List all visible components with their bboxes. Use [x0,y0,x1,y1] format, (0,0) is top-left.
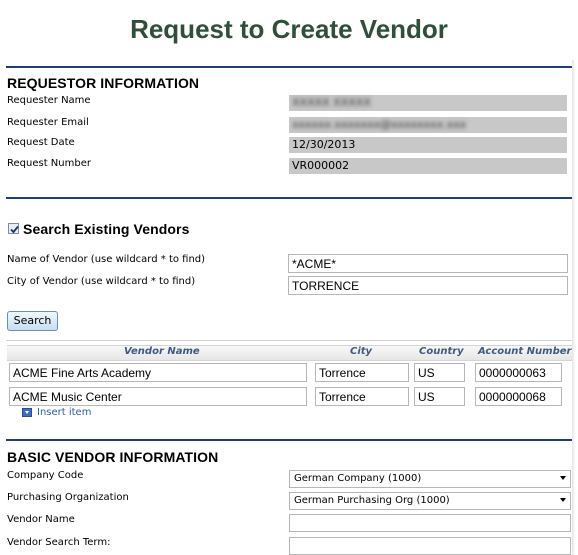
row-country-input[interactable]: US [414,387,465,406]
requester-email-label: Requester Email [7,117,89,128]
company-code-label: Company Code [7,470,84,481]
row-account-number-input[interactable]: 0000000068 [475,387,562,406]
section-divider [6,66,572,68]
row-account-number-input[interactable]: 0000000063 [475,363,562,382]
vendor-search-term-label: Vendor Search Term: [7,537,111,548]
checkmark-icon [10,225,19,234]
chevron-down-icon [560,476,566,480]
row-vendor-name-input[interactable]: ACME Music Center [9,387,307,406]
row-city-input[interactable]: Torrence [315,387,409,406]
column-header-country: Country [419,346,464,357]
basic-info-section-heading: BASIC VENDOR INFORMATION [7,449,219,465]
purchasing-org-label: Purchasing Organization [7,492,129,503]
vendor-search-term-input[interactable] [289,537,571,555]
vendor-name-label: Vendor Name [7,514,75,525]
purchasing-org-select[interactable]: German Purchasing Org (1000) [289,492,571,510]
search-button[interactable]: Search [7,311,58,331]
insert-item-link[interactable]: Insert item [37,407,91,418]
column-header-vendor-name: Vendor Name [124,346,200,357]
row-country-input[interactable]: US [414,363,465,382]
request-date-label: Request Date [7,137,75,148]
vendor-name-search-label: Name of Vendor (use wildcard * to find) [7,254,206,265]
requestor-section-heading: REQUESTOR INFORMATION [7,75,200,91]
grid-top-divider [6,340,572,341]
section-divider [6,439,572,441]
purchasing-org-selected: German Purchasing Org (1000) [294,495,450,506]
request-number-label: Request Number [7,158,91,169]
page-title: Request to Create Vendor [130,14,448,44]
column-header-city: City [350,346,373,357]
page-edge-shadow [572,60,575,555]
vendor-city-search-input[interactable]: TORRENCE [288,276,568,295]
company-code-selected: German Company (1000) [294,473,422,484]
chevron-down-icon [560,498,566,502]
company-code-select[interactable]: German Company (1000) [289,470,571,488]
request-date-field: 12/30/2013 [289,137,567,153]
vendor-city-search-label: City of Vendor (use wildcard * to find) [7,276,196,287]
requester-name-field: XXXXX XXXXX [289,95,567,111]
row-city-input[interactable]: Torrence [315,363,409,382]
vendor-name-search-input[interactable]: *ACME* [288,254,568,273]
column-header-account-number: Account Number [478,346,572,357]
requester-name-label: Requester Name [7,95,91,106]
vendor-name-input[interactable] [289,514,571,532]
requester-name-value: XXXXX XXXXX [292,96,371,109]
insert-item-icon[interactable] [22,408,32,417]
search-existing-checkbox[interactable] [8,223,19,234]
requester-email-field: xxxxxx.xxxxxxx@xxxxxxxx.xxx [289,117,567,133]
section-divider [6,197,572,199]
request-number-field: VR000002 [289,158,567,174]
requester-email-value: xxxxxx.xxxxxxx@xxxxxxxx.xxx [292,118,467,131]
search-section-heading: Search Existing Vendors [23,221,190,237]
row-vendor-name-input[interactable]: ACME Fine Arts Academy [9,363,307,382]
